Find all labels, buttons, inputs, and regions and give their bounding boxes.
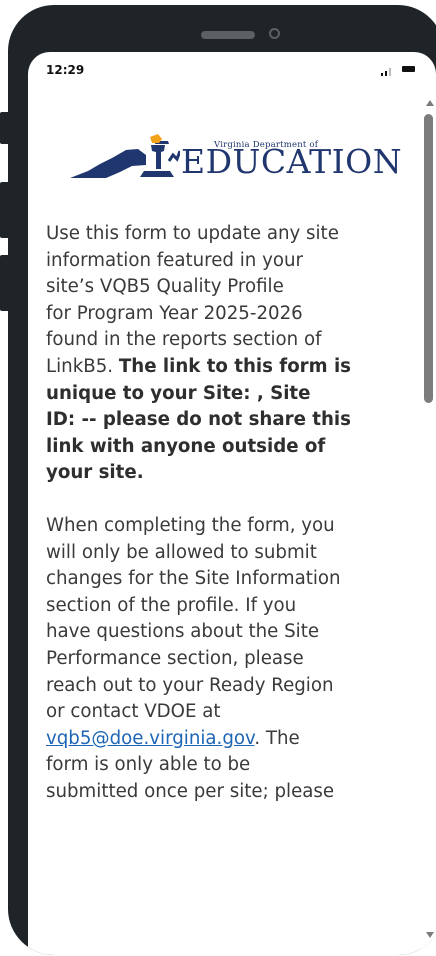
side-button-mute — [0, 112, 8, 144]
phone-frame: 12:29 Virginia Department of EDUCATION U… — [8, 5, 436, 955]
email-link[interactable]: vqb5@doe.virginia.gov — [46, 728, 254, 749]
form-content: Virginia Department of EDUCATION Use thi… — [28, 86, 420, 955]
side-button-volume-up — [0, 182, 8, 238]
arrow-up-icon[interactable] — [426, 100, 434, 106]
paragraph-2: When completing the form, you will only … — [46, 513, 420, 806]
paragraph-1-text: Use this form to update any site informa… — [46, 223, 339, 377]
status-time: 12:29 — [46, 63, 85, 77]
signal-icon — [381, 68, 391, 76]
virginia-state-icon — [70, 134, 180, 178]
status-bar: 12:29 — [28, 52, 436, 86]
side-button-volume-down — [0, 255, 8, 311]
speaker-icon — [201, 31, 255, 39]
camera-icon — [269, 28, 280, 39]
logo-title: EDUCATION — [181, 142, 403, 181]
paragraph-1: Use this form to update any site informa… — [46, 221, 420, 487]
scroll-thumb[interactable] — [424, 114, 433, 403]
vdoe-logo: Virginia Department of EDUCATION — [70, 131, 403, 181]
intro-text: Use this form to update any site informa… — [46, 221, 420, 805]
screen: 12:29 Virginia Department of EDUCATION U… — [28, 52, 436, 955]
arrow-down-icon[interactable] — [426, 932, 434, 938]
scrollbar[interactable] — [420, 86, 436, 955]
battery-icon — [402, 66, 415, 72]
paragraph-2-text: When completing the form, you will only … — [46, 514, 341, 723]
